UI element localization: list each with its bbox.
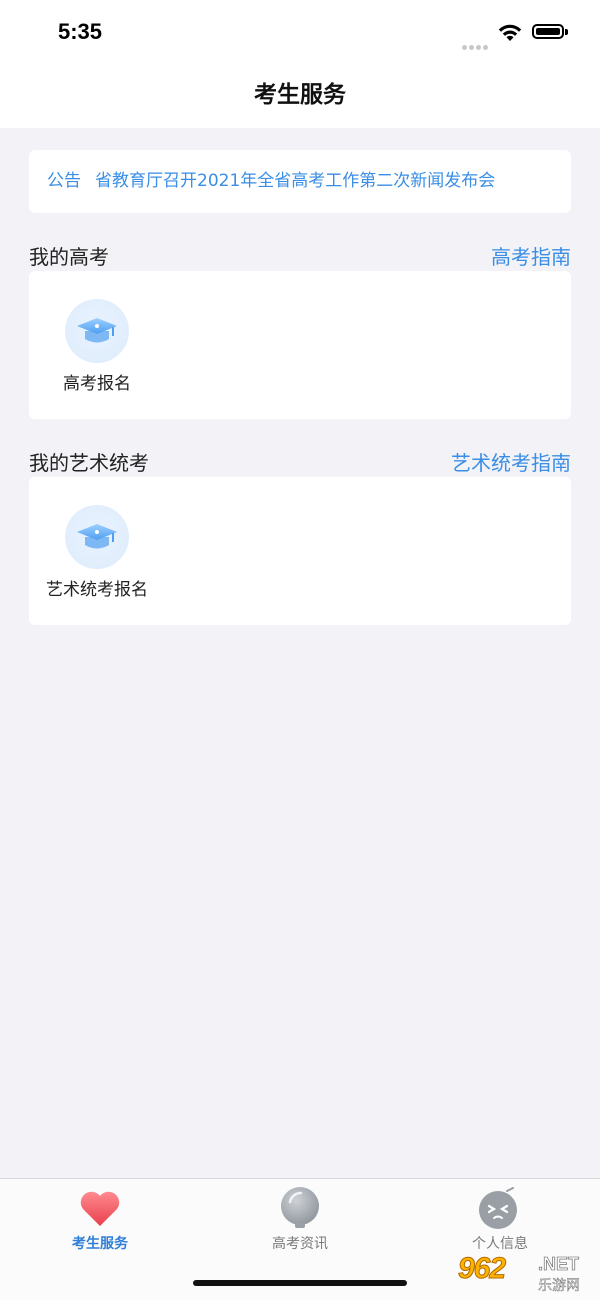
entry-label: 艺术统考报名: [46, 580, 148, 600]
watermark-net: .NET: [538, 1254, 580, 1275]
page-title: 考生服务: [254, 82, 346, 108]
status-time: 5:35: [58, 19, 103, 44]
section-art-exam-header: 我的艺术统考 艺术统考指南: [29, 447, 571, 477]
graduation-cap-icon: [65, 299, 129, 363]
entry-label: 高考报名: [63, 374, 131, 394]
section-title: 我的高考: [29, 245, 109, 269]
battery-icon: [532, 24, 568, 39]
tab-label: 考生服务: [72, 1236, 128, 1252]
wifi-icon: [498, 24, 522, 41]
watermark-logo: 962 .NET 乐游网: [457, 1250, 600, 1296]
tab-gaokao-news[interactable]: 高考资讯: [240, 1185, 360, 1253]
section-gaokao-header: 我的高考 高考指南: [29, 241, 571, 271]
gaokao-guide-link[interactable]: 高考指南: [491, 241, 571, 270]
watermark-site: 乐游网: [538, 1278, 580, 1294]
tab-label: 高考资讯: [272, 1236, 328, 1252]
tab-personal-info[interactable]: 个人信息: [440, 1185, 560, 1253]
art-exam-card: 艺术统考报名: [29, 477, 571, 625]
graduation-cap-icon: [65, 505, 129, 569]
art-exam-registration-button[interactable]: 艺术统考报名: [38, 505, 156, 600]
home-indicator: [193, 1280, 407, 1286]
status-bar: 5:35: [0, 0, 600, 62]
tab-candidate-services[interactable]: 考生服务: [40, 1185, 160, 1253]
section-title: 我的艺术统考: [29, 451, 149, 475]
announcement-text[interactable]: 省教育厅召开2021年全省高考工作第二次新闻发布会: [95, 171, 495, 191]
announcement-tag: 公告: [47, 171, 81, 191]
heart-icon: [77, 1185, 123, 1231]
face-icon: [477, 1185, 523, 1231]
gaokao-card: 高考报名: [29, 271, 571, 419]
gaokao-registration-button[interactable]: 高考报名: [58, 299, 136, 394]
watermark-number: 962: [457, 1252, 506, 1286]
navigation-bar: 考生服务: [0, 62, 600, 128]
art-exam-guide-link[interactable]: 艺术统考指南: [451, 447, 571, 476]
announcement-banner[interactable]: 公告 省教育厅召开2021年全省高考工作第二次新闻发布会: [29, 150, 571, 213]
lightbulb-icon: [277, 1185, 323, 1231]
cellular-signal-icon: [462, 35, 490, 54]
